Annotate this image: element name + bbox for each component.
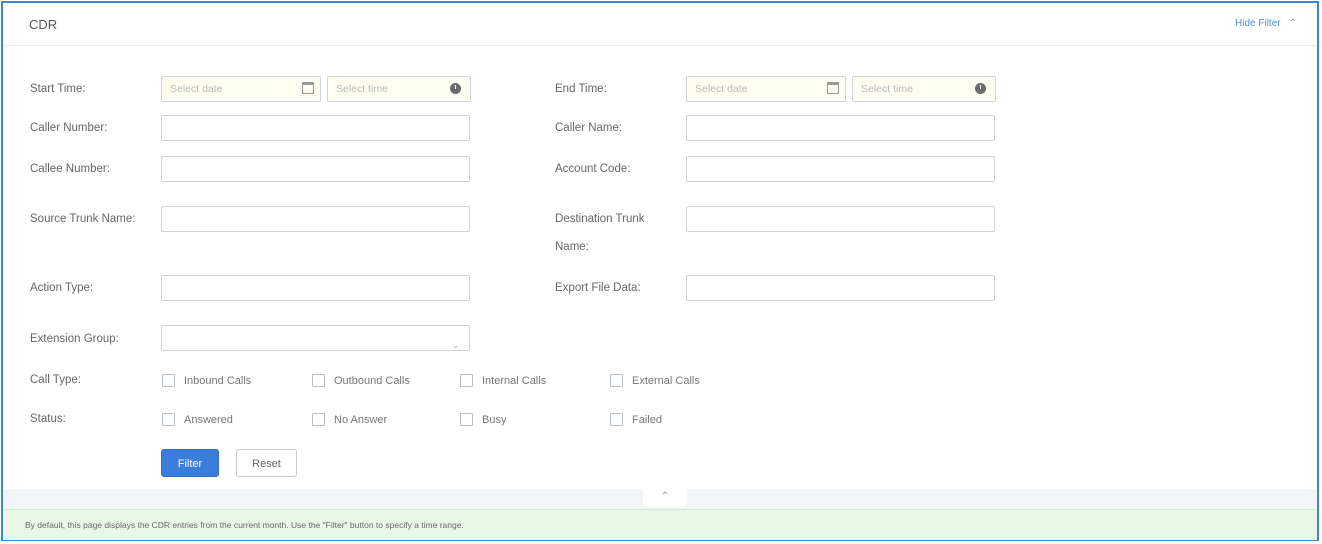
checkbox-label: Answered	[184, 413, 233, 426]
checkbox-failed[interactable]: Failed	[610, 413, 662, 426]
checkbox-box[interactable]	[312, 413, 325, 426]
checkbox-label: External Calls	[632, 374, 700, 387]
caller-name-input[interactable]	[686, 115, 995, 141]
end-time-placeholder: Select time	[861, 83, 913, 95]
account-code-label: Account Code:	[555, 163, 631, 175]
action-type-label: Action Type:	[30, 282, 94, 294]
end-date-input[interactable]: Select date	[686, 76, 846, 102]
extension-group-label: Extension Group:	[30, 333, 119, 345]
cdr-panel: CDR Hide Filter ⌃ Start Time: Select date…	[1, 1, 1319, 541]
checkbox-box[interactable]	[162, 413, 175, 426]
caller-number-input[interactable]	[161, 115, 470, 141]
clock-icon[interactable]	[450, 83, 461, 94]
export-file-label: Export File Data:	[555, 282, 641, 294]
info-notice: By default, this page displays the CDR e…	[3, 509, 1317, 540]
caller-number-label: Caller Number:	[30, 122, 108, 134]
filter-button[interactable]: Filter	[161, 449, 219, 477]
checkbox-label: Busy	[482, 413, 507, 426]
callee-number-input[interactable]	[161, 156, 470, 182]
checkbox-box[interactable]	[312, 374, 325, 387]
checkbox-box[interactable]	[162, 374, 175, 387]
status-label: Status:	[30, 413, 66, 425]
start-time-label: Start Time:	[30, 83, 86, 95]
checkbox-answered[interactable]: Answered	[162, 413, 233, 426]
reset-button[interactable]: Reset	[236, 449, 297, 477]
checkbox-box[interactable]	[610, 413, 623, 426]
destination-trunk-input[interactable]	[686, 206, 995, 232]
call-type-label: Call Type:	[30, 374, 81, 386]
chevron-down-icon: ⌄	[451, 340, 459, 350]
chevron-up-icon: ⌃	[660, 491, 670, 502]
checkbox-busy[interactable]: Busy	[460, 413, 506, 426]
end-time-input[interactable]: Select time	[852, 76, 996, 102]
checkbox-box[interactable]	[460, 374, 473, 387]
start-time-input[interactable]: Select time	[327, 76, 471, 102]
panel-header: CDR Hide Filter ⌃	[3, 3, 1317, 46]
end-time-label: End Time:	[555, 83, 607, 95]
action-type-input[interactable]	[161, 275, 470, 301]
callee-number-label: Callee Number:	[30, 163, 110, 175]
caller-name-label: Caller Name:	[555, 122, 623, 134]
page-title: CDR	[29, 17, 58, 32]
checkbox-no-answer[interactable]: No Answer	[312, 413, 387, 426]
destination-trunk-label-2: Name:	[555, 241, 589, 253]
export-file-input[interactable]	[686, 275, 995, 301]
calendar-icon[interactable]	[302, 82, 314, 94]
checkbox-outbound-calls[interactable]: Outbound Calls	[312, 374, 410, 387]
checkbox-external-calls[interactable]: External Calls	[610, 374, 700, 387]
chevron-up-icon: ⌃	[1288, 18, 1297, 29]
checkbox-box[interactable]	[610, 374, 623, 387]
extension-group-select[interactable]: ⌄	[161, 325, 470, 351]
checkbox-label: Outbound Calls	[334, 374, 410, 387]
checkbox-label: No Answer	[334, 413, 388, 426]
hide-filter-label: Hide Filter	[1235, 18, 1281, 29]
checkbox-box[interactable]	[460, 413, 473, 426]
checkbox-internal-calls[interactable]: Internal Calls	[460, 374, 546, 387]
end-date-placeholder: Select date	[695, 83, 748, 95]
checkbox-label: Failed	[632, 413, 662, 426]
checkbox-label: Inbound Calls	[184, 374, 252, 387]
source-trunk-input[interactable]	[161, 206, 470, 232]
start-date-placeholder: Select date	[170, 83, 223, 95]
calendar-icon[interactable]	[827, 82, 839, 94]
account-code-input[interactable]	[686, 156, 995, 182]
start-time-placeholder: Select time	[336, 83, 388, 95]
collapse-filter-toggle[interactable]: ⌃	[643, 489, 687, 507]
checkbox-label: Internal Calls	[482, 374, 547, 387]
source-trunk-label: Source Trunk Name:	[30, 213, 136, 225]
clock-icon[interactable]	[975, 83, 986, 94]
start-date-input[interactable]: Select date	[161, 76, 321, 102]
checkbox-inbound-calls[interactable]: Inbound Calls	[162, 374, 251, 387]
hide-filter-link[interactable]: Hide Filter ⌃	[1235, 18, 1297, 29]
destination-trunk-label: Destination Trunk	[555, 213, 645, 225]
